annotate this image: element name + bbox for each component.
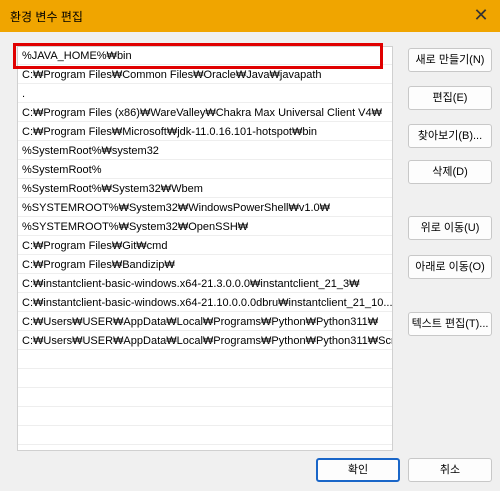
edit-button[interactable]: 편집(E): [408, 86, 492, 110]
empty-row: [18, 427, 392, 445]
new-button[interactable]: 새로 만들기(N): [408, 48, 492, 72]
move-down-button[interactable]: 아래로 이동(O): [408, 255, 492, 279]
path-text: %SYSTEMROOT%₩System32₩WindowsPowerShell₩…: [22, 202, 331, 214]
path-list[interactable]: %JAVA_HOME%₩bin C:₩Program Files₩Common …: [17, 46, 393, 451]
path-text: C:₩Users₩USER₩AppData₩Local₩Programs₩Pyt…: [22, 335, 392, 347]
path-row[interactable]: .: [18, 85, 392, 103]
path-row[interactable]: C:₩instantclient-basic-windows.x64-21.3.…: [18, 275, 392, 293]
empty-row: [18, 351, 392, 369]
path-text: C:₩Program Files₩Common Files₩Oracle₩Jav…: [22, 69, 322, 81]
path-text: C:₩instantclient-basic-windows.x64-21.3.…: [22, 278, 360, 290]
browse-button[interactable]: 찾아보기(B)...: [408, 124, 492, 148]
empty-row: [18, 370, 392, 388]
window-title: 환경 변수 편집: [10, 10, 83, 24]
path-row[interactable]: C:₩Program Files (x86)₩WareValley₩Chakra…: [18, 104, 392, 122]
path-text: %SYSTEMROOT%₩System32₩OpenSSH₩: [22, 221, 249, 233]
path-row[interactable]: C:₩Program Files₩Common Files₩Oracle₩Jav…: [18, 66, 392, 84]
path-text: %SystemRoot%₩System32₩Wbem: [22, 183, 203, 195]
path-row[interactable]: C:₩Program Files₩Git₩cmd: [18, 237, 392, 255]
path-text: %SystemRoot%₩system32: [22, 145, 159, 157]
path-row[interactable]: %JAVA_HOME%₩bin: [18, 47, 392, 65]
path-row[interactable]: C:₩Users₩USER₩AppData₩Local₩Programs₩Pyt…: [18, 313, 392, 331]
title-bar: 환경 변수 편집 ✕: [0, 0, 500, 32]
ok-button[interactable]: 확인: [316, 458, 400, 482]
path-row[interactable]: %SYSTEMROOT%₩System32₩OpenSSH₩: [18, 218, 392, 236]
path-text: C:₩Program Files₩Git₩cmd: [22, 240, 168, 252]
empty-row: [18, 389, 392, 407]
empty-row: [18, 408, 392, 426]
path-row[interactable]: %SystemRoot%₩System32₩Wbem: [18, 180, 392, 198]
path-text: C:₩Program Files (x86)₩WareValley₩Chakra…: [22, 107, 383, 119]
path-row[interactable]: %SYSTEMROOT%₩System32₩WindowsPowerShell₩…: [18, 199, 392, 217]
path-text: C:₩instantclient-basic-windows.x64-21.10…: [22, 297, 392, 309]
path-text: %SystemRoot%: [22, 164, 102, 176]
path-row[interactable]: C:₩Program Files₩Bandizip₩: [18, 256, 392, 274]
path-text: C:₩Program Files₩Bandizip₩: [22, 259, 175, 271]
path-row[interactable]: %SystemRoot%₩system32: [18, 142, 392, 160]
path-row[interactable]: C:₩Users₩USER₩AppData₩Local₩Programs₩Pyt…: [18, 332, 392, 350]
path-row[interactable]: C:₩Program Files₩Microsoft₩jdk-11.0.16.1…: [18, 123, 392, 141]
edit-text-button[interactable]: 텍스트 편집(T)...: [408, 312, 492, 336]
close-icon[interactable]: ✕: [470, 4, 492, 26]
cancel-button[interactable]: 취소: [408, 458, 492, 482]
path-row[interactable]: C:₩instantclient-basic-windows.x64-21.10…: [18, 294, 392, 312]
delete-button[interactable]: 삭제(D): [408, 160, 492, 184]
move-up-button[interactable]: 위로 이동(U): [408, 216, 492, 240]
path-text: C:₩Users₩USER₩AppData₩Local₩Programs₩Pyt…: [22, 316, 379, 328]
path-text: %JAVA_HOME%₩bin: [22, 50, 132, 62]
path-text: .: [22, 88, 26, 100]
path-text: C:₩Program Files₩Microsoft₩jdk-11.0.16.1…: [22, 126, 318, 138]
path-row[interactable]: %SystemRoot%: [18, 161, 392, 179]
